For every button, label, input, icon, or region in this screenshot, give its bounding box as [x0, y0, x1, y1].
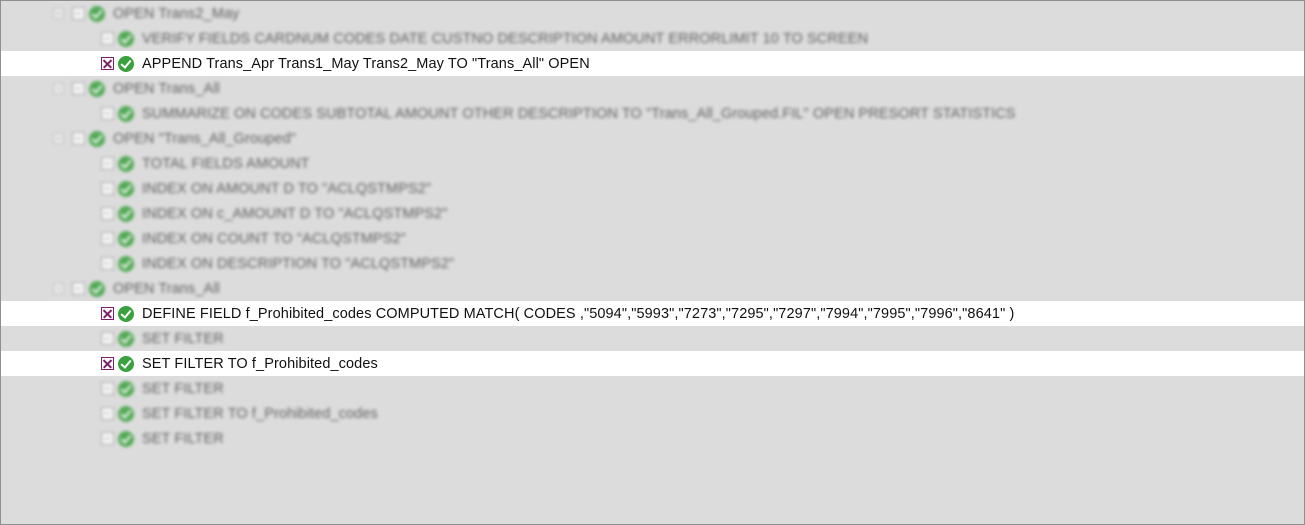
- success-icon: [118, 355, 134, 372]
- checked-checkbox[interactable]: [101, 57, 114, 70]
- tree-row-selected[interactable]: APPEND Trans_Apr Trans1_May Trans2_May T…: [1, 51, 1304, 76]
- command-text: SET FILTER: [142, 330, 224, 347]
- command-log-panel: OPEN Trans2_May VERIFY FIELDS CARDNUM CO…: [0, 0, 1305, 525]
- collapse-icon[interactable]: [53, 133, 64, 144]
- success-icon: [118, 205, 134, 222]
- checkbox[interactable]: [101, 32, 114, 45]
- tree-row[interactable]: OPEN Trans_All: [1, 76, 1304, 101]
- tree-row[interactable]: SUMMARIZE ON CODES SUBTOTAL AMOUNT OTHER…: [1, 101, 1304, 126]
- success-icon: [118, 405, 134, 422]
- command-text: VERIFY FIELDS CARDNUM CODES DATE CUSTNO …: [142, 30, 869, 47]
- success-icon: [118, 30, 134, 47]
- command-tree: OPEN Trans2_May VERIFY FIELDS CARDNUM CO…: [1, 1, 1304, 451]
- success-icon: [89, 5, 105, 22]
- command-text: INDEX ON c_AMOUNT D TO "ACLQSTMPS2": [142, 205, 448, 222]
- success-icon: [118, 55, 134, 72]
- checkbox[interactable]: [101, 407, 114, 420]
- tree-row[interactable]: SET FILTER: [1, 326, 1304, 351]
- checkbox[interactable]: [101, 182, 114, 195]
- checkbox[interactable]: [72, 82, 85, 95]
- command-text: OPEN Trans_All: [113, 280, 220, 297]
- success-icon: [89, 280, 105, 297]
- success-icon: [118, 155, 134, 172]
- tree-row-selected[interactable]: DEFINE FIELD f_Prohibited_codes COMPUTED…: [1, 301, 1304, 326]
- command-text: INDEX ON DESCRIPTION TO "ACLQSTMPS2": [142, 255, 455, 272]
- success-icon: [118, 255, 134, 272]
- checkbox[interactable]: [72, 7, 85, 20]
- tree-row[interactable]: SET FILTER TO f_Prohibited_codes: [1, 401, 1304, 426]
- tree-row[interactable]: INDEX ON c_AMOUNT D TO "ACLQSTMPS2": [1, 201, 1304, 226]
- checkbox[interactable]: [101, 232, 114, 245]
- collapse-icon[interactable]: [53, 8, 64, 19]
- tree-row[interactable]: VERIFY FIELDS CARDNUM CODES DATE CUSTNO …: [1, 26, 1304, 51]
- command-text: INDEX ON COUNT TO "ACLQSTMPS2": [142, 230, 406, 247]
- command-text: SET FILTER TO f_Prohibited_codes: [142, 405, 378, 422]
- success-icon: [118, 105, 134, 122]
- success-icon: [89, 130, 105, 147]
- checkbox[interactable]: [101, 157, 114, 170]
- command-text: OPEN Trans2_May: [113, 5, 240, 22]
- tree-row-selected[interactable]: SET FILTER TO f_Prohibited_codes: [1, 351, 1304, 376]
- command-text: SUMMARIZE ON CODES SUBTOTAL AMOUNT OTHER…: [142, 105, 1016, 122]
- command-text: OPEN Trans_All: [113, 80, 220, 97]
- success-icon: [118, 430, 134, 447]
- command-text: TOTAL FIELDS AMOUNT: [142, 155, 310, 172]
- success-icon: [118, 180, 134, 197]
- tree-row[interactable]: INDEX ON DESCRIPTION TO "ACLQSTMPS2": [1, 251, 1304, 276]
- success-icon: [118, 305, 134, 322]
- checkbox[interactable]: [101, 382, 114, 395]
- collapse-icon[interactable]: [53, 283, 64, 294]
- tree-row[interactable]: OPEN Trans2_May: [1, 1, 1304, 26]
- command-text: SET FILTER TO f_Prohibited_codes: [142, 355, 378, 372]
- tree-row[interactable]: OPEN "Trans_All_Grouped": [1, 126, 1304, 151]
- tree-row[interactable]: SET FILTER: [1, 376, 1304, 401]
- checkbox[interactable]: [72, 282, 85, 295]
- checkbox[interactable]: [101, 432, 114, 445]
- success-icon: [118, 230, 134, 247]
- tree-row[interactable]: INDEX ON COUNT TO "ACLQSTMPS2": [1, 226, 1304, 251]
- tree-row[interactable]: INDEX ON AMOUNT D TO "ACLQSTMPS2": [1, 176, 1304, 201]
- checkbox[interactable]: [101, 332, 114, 345]
- collapse-icon[interactable]: [53, 83, 64, 94]
- command-text: INDEX ON AMOUNT D TO "ACLQSTMPS2": [142, 180, 432, 197]
- command-text: SET FILTER: [142, 380, 224, 397]
- checkbox[interactable]: [101, 207, 114, 220]
- tree-row[interactable]: SET FILTER: [1, 426, 1304, 451]
- checked-checkbox[interactable]: [101, 307, 114, 320]
- tree-row[interactable]: TOTAL FIELDS AMOUNT: [1, 151, 1304, 176]
- checkbox[interactable]: [101, 257, 114, 270]
- success-icon: [118, 380, 134, 397]
- checked-checkbox[interactable]: [101, 357, 114, 370]
- checkbox[interactable]: [101, 107, 114, 120]
- command-text: DEFINE FIELD f_Prohibited_codes COMPUTED…: [142, 305, 1015, 322]
- command-text: OPEN "Trans_All_Grouped": [113, 130, 297, 147]
- command-text: SET FILTER: [142, 430, 224, 447]
- checkbox[interactable]: [72, 132, 85, 145]
- success-icon: [118, 330, 134, 347]
- command-text: APPEND Trans_Apr Trans1_May Trans2_May T…: [142, 55, 590, 72]
- success-icon: [89, 80, 105, 97]
- tree-row[interactable]: OPEN Trans_All: [1, 276, 1304, 301]
